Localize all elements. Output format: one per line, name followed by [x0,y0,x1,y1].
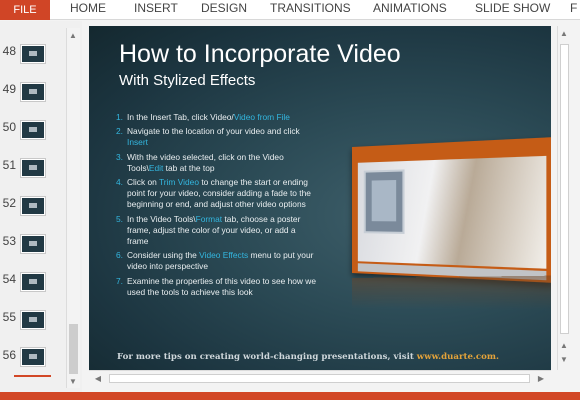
list-item: 4. Click on Trim Video to change the star… [116,177,316,211]
step-text: Consider using the [127,250,200,261]
thumbnails-scrollbar[interactable]: ▲ ▼ [66,28,80,388]
slide-thumbnail[interactable] [21,348,45,366]
insertion-marker [14,375,51,377]
step-text: In the Insert Tab, click Video/ [127,112,234,122]
slide-thumbnail[interactable] [21,159,45,177]
step-highlight: Format [195,213,223,224]
slide-number: 55 [2,310,16,324]
step-number: 5. [116,213,123,224]
step-text: In the Video Tools\ [127,213,196,224]
slide-thumbnail[interactable] [21,235,45,253]
slide-canvas[interactable]: How to Incorporate Video With Stylized E… [89,26,551,370]
scrollbar-thumb[interactable] [109,374,530,383]
slide-number: 53 [2,234,16,248]
list-item: 2. Navigate to the location of your video… [116,126,316,148]
tab-truncated[interactable]: F [570,0,577,20]
video-screen-image [363,169,405,234]
slide-thumbnail[interactable] [21,83,45,101]
step-number: 4. [116,177,123,188]
step-highlight: Insert [127,137,148,148]
footer-text: For more tips on creating world-changing… [117,352,417,362]
step-highlight: Video from File [233,112,290,122]
next-slide-icon[interactable]: ▼ [558,354,570,366]
slide-title: How to Incorporate Video [119,40,401,68]
slide-number: 56 [2,348,16,362]
slide-number: 54 [2,272,16,286]
tab-transitions[interactable]: TRANSITIONS [270,0,351,20]
step-number: 6. [116,250,123,261]
step-number: 2. [116,126,123,137]
step-text: Click on [127,177,159,188]
slide-vertical-scrollbar[interactable]: ▲ ▲ ▼ [557,26,571,370]
steps-list: 1. In the Insert Tab, click Video/Video f… [116,112,316,301]
footer-url: www.duarte.com. [416,352,499,362]
scroll-left-icon[interactable]: ◀ [92,373,104,385]
slide-number: 50 [2,120,16,134]
ribbon-tab-bar: FILE HOME INSERT DESIGN TRANSITIONS ANIM… [0,0,580,20]
step-text: tab at the top [163,162,215,173]
slide-number: 48 [2,44,16,58]
slide-horizontal-scrollbar[interactable]: ◀ ▶ [89,370,551,386]
slide-thumbnail[interactable] [21,45,45,63]
video-reflection [352,275,551,311]
tab-home[interactable]: HOME [70,0,106,20]
step-number: 3. [116,151,123,162]
list-item: 7. Examine the properties of this video t… [116,276,316,298]
slide-number: 49 [2,82,16,96]
video-poster [357,155,547,269]
slide-thumbnail[interactable] [21,197,45,215]
scroll-up-icon[interactable]: ▲ [558,28,570,40]
scrollbar-thumb[interactable] [69,324,78,374]
slide-thumbnail[interactable] [21,121,45,139]
slide-footer: For more tips on creating world-changing… [117,352,499,362]
tab-animations[interactable]: ANIMATIONS [373,0,447,20]
step-highlight: Edit [148,162,164,173]
scroll-right-icon[interactable]: ▶ [535,373,547,385]
list-item: 6. Consider using the Video Effects menu … [116,250,316,272]
step-highlight: Video Effects [199,250,249,261]
slide-thumbnail[interactable] [21,311,45,329]
step-number: 7. [116,275,123,286]
file-tab[interactable]: FILE [0,0,50,20]
slide-thumbnail[interactable] [21,273,45,291]
tab-insert[interactable]: INSERT [134,0,178,20]
list-item: 5. In the Video Tools\Format tab, choose … [116,214,316,248]
step-text: Navigate to the location of your video a… [127,126,300,137]
slide-subtitle: With Stylized Effects [119,72,256,89]
list-item: 1. In the Insert Tab, click Video/Video f… [116,112,316,123]
step-text: Examine the properties of this video to … [127,275,317,297]
scrollbar-thumb[interactable] [560,44,569,334]
previous-slide-icon[interactable]: ▲ [558,340,570,352]
scroll-up-icon[interactable]: ▲ [67,30,79,42]
tab-slide-show[interactable]: SLIDE SHOW [475,0,550,20]
slide-number: 52 [2,196,16,210]
step-highlight: Trim Video [158,177,199,188]
slide-number: 51 [2,158,16,172]
scroll-down-icon[interactable]: ▼ [67,376,79,388]
video-frame[interactable] [352,137,551,283]
list-item: 3. With the video selected, click on the … [116,152,316,174]
status-bar [0,392,580,400]
tab-design[interactable]: DESIGN [201,0,247,20]
step-number: 1. [116,112,123,122]
